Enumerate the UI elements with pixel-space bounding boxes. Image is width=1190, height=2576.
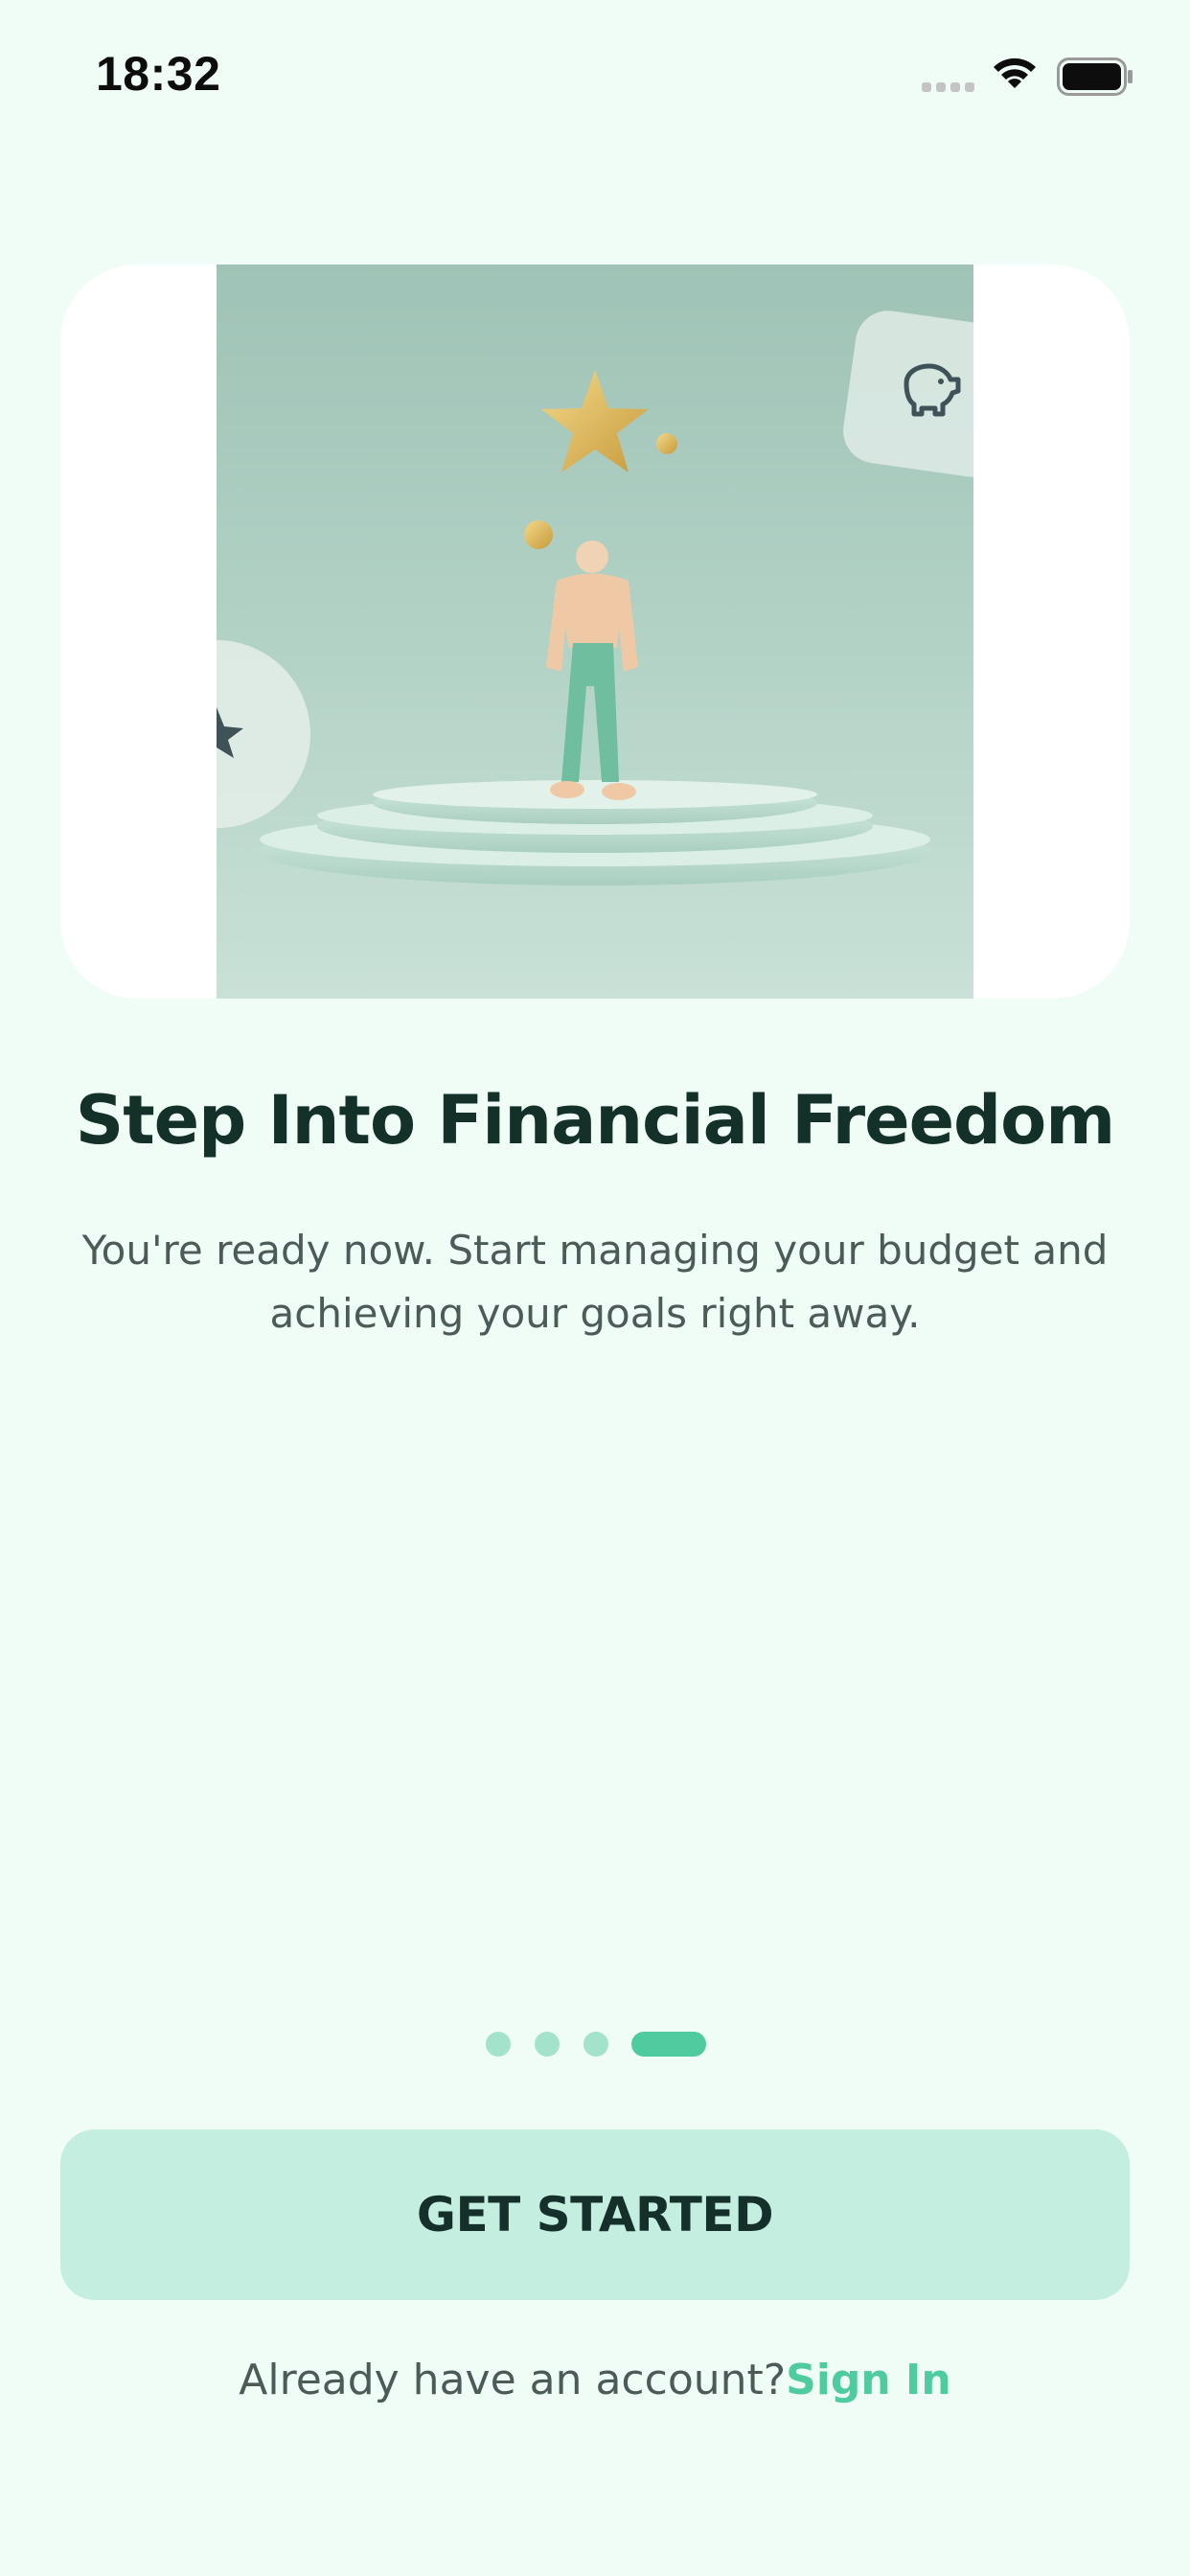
status-bar: 18:32 (0, 0, 1190, 153)
wifi-icon (994, 58, 1036, 88)
signin-prompt: Already have an account? (239, 2356, 787, 2404)
signal-icon (922, 82, 974, 92)
hero-illustration (217, 264, 973, 999)
page-dot-2[interactable] (535, 2032, 560, 2057)
status-time: 18:32 (96, 47, 221, 101)
page-dot-3[interactable] (584, 2032, 608, 2057)
hero-card (60, 264, 1130, 999)
signin-link[interactable]: Sign In (786, 2356, 951, 2404)
page-indicator (0, 2032, 1190, 2058)
page-dot-1[interactable] (486, 2032, 511, 2057)
page-dot-4-active[interactable] (631, 2032, 706, 2057)
signin-row: Already have an account?Sign In (0, 2356, 1190, 2404)
hero-illustration-art (217, 310, 973, 886)
onboarding-subtitle: You're ready now. Start managing your bu… (81, 1227, 1109, 1337)
get-started-button[interactable]: GET STARTED (60, 2129, 1130, 2300)
onboarding-title: Step Into Financial Freedom (75, 1081, 1115, 1160)
battery-icon (1057, 58, 1133, 96)
